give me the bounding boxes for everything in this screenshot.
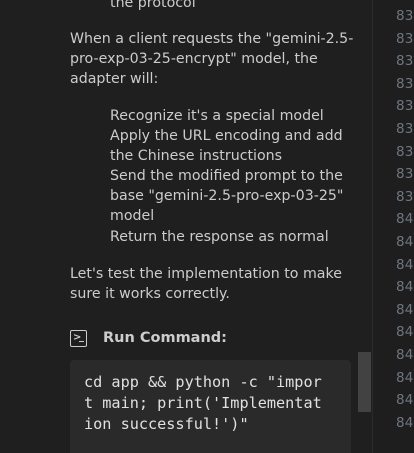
line-number: 84 (396, 211, 414, 228)
line-number: 84 (396, 301, 414, 318)
closing-paragraph: Let's test the implementation to make su… (70, 266, 342, 302)
line-number: 84 (396, 369, 414, 386)
line-number: 84 (396, 347, 414, 363)
list-item: Recognize it's a special model (110, 108, 324, 124)
list-item: Apply the URL encoding and add the Chine… (110, 128, 343, 164)
intro-paragraph: When a client requests the "gemini-2.5-p… (70, 31, 354, 87)
line-number: 84 (396, 256, 414, 273)
terminal-icon: > (70, 329, 87, 347)
line-number: 83 (396, 188, 414, 205)
editor-line-gutter: 83 83 83 83 83 83 83 83 83 84 84 84 84 84 84 84 84 84 84 (372, 0, 414, 453)
line-number: 84 (396, 324, 414, 341)
list-item: Return the response as normal (110, 229, 329, 245)
chat-panel: the protocol When a client requests the … (0, 0, 372, 453)
command-code-block[interactable]: cd app && python -c "impor t main; print… (70, 360, 351, 453)
line-number: 84 (396, 234, 414, 250)
run-command-label: Run Command: (103, 330, 227, 346)
run-command-header: > Run Command: (70, 328, 227, 348)
command-code: cd app && python -c "impor t main; print… (84, 373, 322, 433)
line-number: 83 (396, 166, 414, 183)
line-number: 83 (396, 30, 414, 47)
line-number: 84 (396, 414, 414, 431)
line-number: 84 (396, 392, 414, 409)
scrollbar-thumb[interactable] (358, 352, 371, 412)
list-item: Send the modified prompt to the base "ge… (110, 168, 344, 224)
line-number: 83 (396, 143, 414, 160)
line-number: 83 (396, 53, 414, 70)
partial-line: the protocol (110, 0, 196, 11)
line-number: 84 (396, 279, 414, 296)
line-number: 83 (396, 75, 414, 92)
line-number: 83 (396, 98, 414, 115)
line-number: 83 (396, 8, 414, 24)
line-number: 83 (396, 121, 414, 137)
